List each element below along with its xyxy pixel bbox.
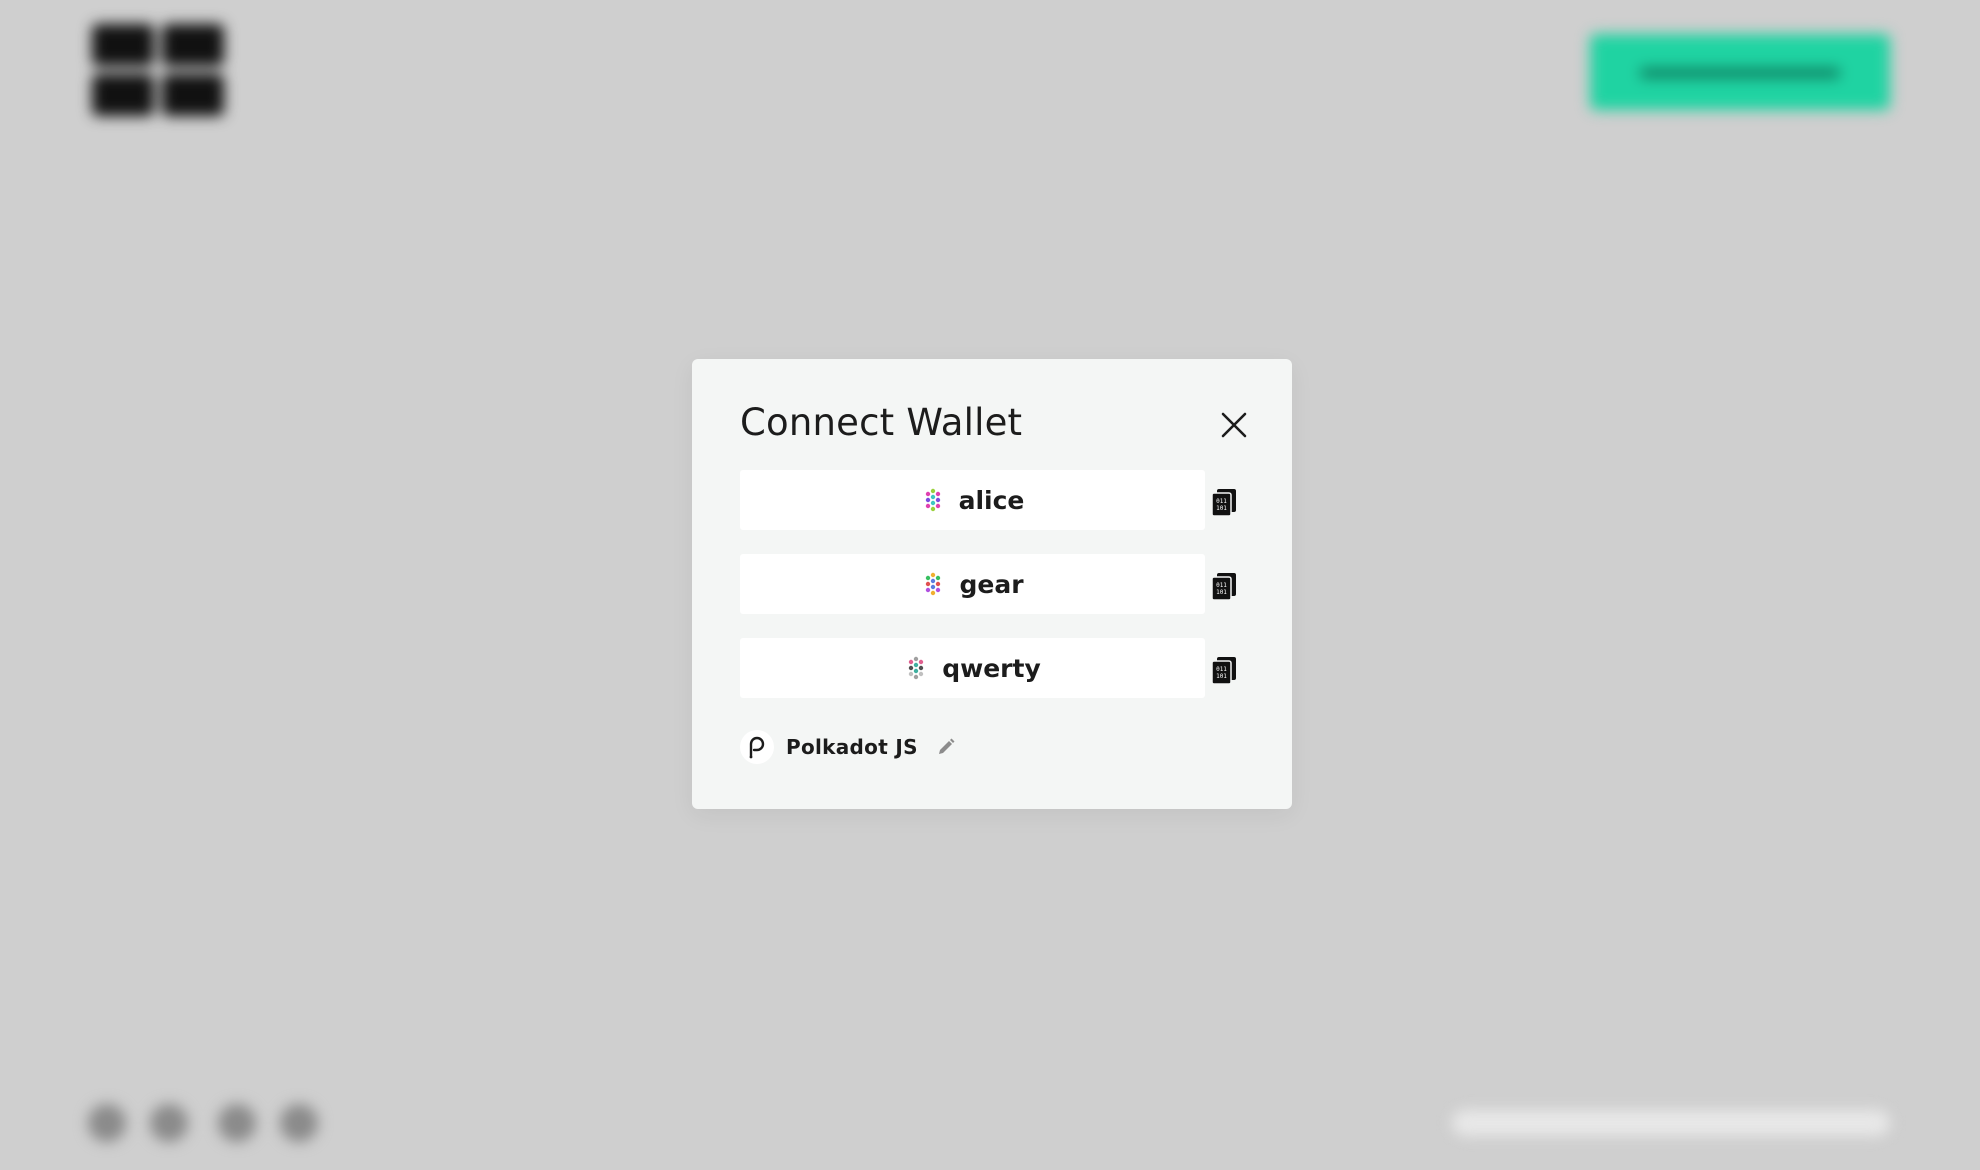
account-row-alice: alice 011 101 [740,470,1260,530]
svg-text:011: 011 [1216,582,1227,589]
social-icon [150,1104,188,1142]
copy-address-button[interactable]: 011 101 [1208,654,1240,686]
app-logo [92,24,224,116]
polkadot-js-icon [740,730,774,764]
account-name: qwerty [942,653,1041,683]
svg-text:011: 011 [1216,498,1227,505]
social-icon [218,1104,256,1142]
pencil-icon[interactable] [936,737,956,757]
polkadot-identicon [926,572,941,596]
footer-copyright [1452,1110,1890,1136]
connect-wallet-modal: Connect Wallet alice 011 101 gear 011 10… [692,359,1292,809]
polkadot-identicon [925,488,940,512]
header-cta-button [1590,34,1890,110]
copy-address-button[interactable]: 011 101 [1208,486,1240,518]
copy-address-icon: 011 101 [1211,657,1236,685]
wallet-switch-button[interactable]: Polkadot JS [740,730,956,764]
account-button-gear[interactable]: gear [740,554,1205,614]
account-row-qwerty: qwerty 011 101 [740,638,1260,698]
social-icon [280,1104,318,1142]
copy-address-icon: 011 101 [1211,489,1236,517]
footer-social-links [88,1104,318,1142]
svg-text:101: 101 [1216,589,1227,596]
svg-text:011: 011 [1216,666,1227,673]
svg-text:101: 101 [1216,505,1227,512]
modal-title: Connect Wallet [740,401,1023,444]
polkadot-identicon [909,656,924,680]
copy-address-icon: 011 101 [1211,573,1236,601]
account-button-qwerty[interactable]: qwerty [740,638,1205,698]
wallet-name: Polkadot JS [786,735,918,759]
account-button-alice[interactable]: alice [740,470,1205,530]
close-button[interactable] [1214,405,1254,445]
account-name: gear [959,569,1024,599]
account-name: alice [958,485,1025,515]
copy-address-button[interactable]: 011 101 [1208,570,1240,602]
account-row-gear: gear 011 101 [740,554,1260,614]
social-icon [88,1104,126,1142]
svg-text:101: 101 [1216,673,1227,680]
close-icon [1221,412,1247,438]
